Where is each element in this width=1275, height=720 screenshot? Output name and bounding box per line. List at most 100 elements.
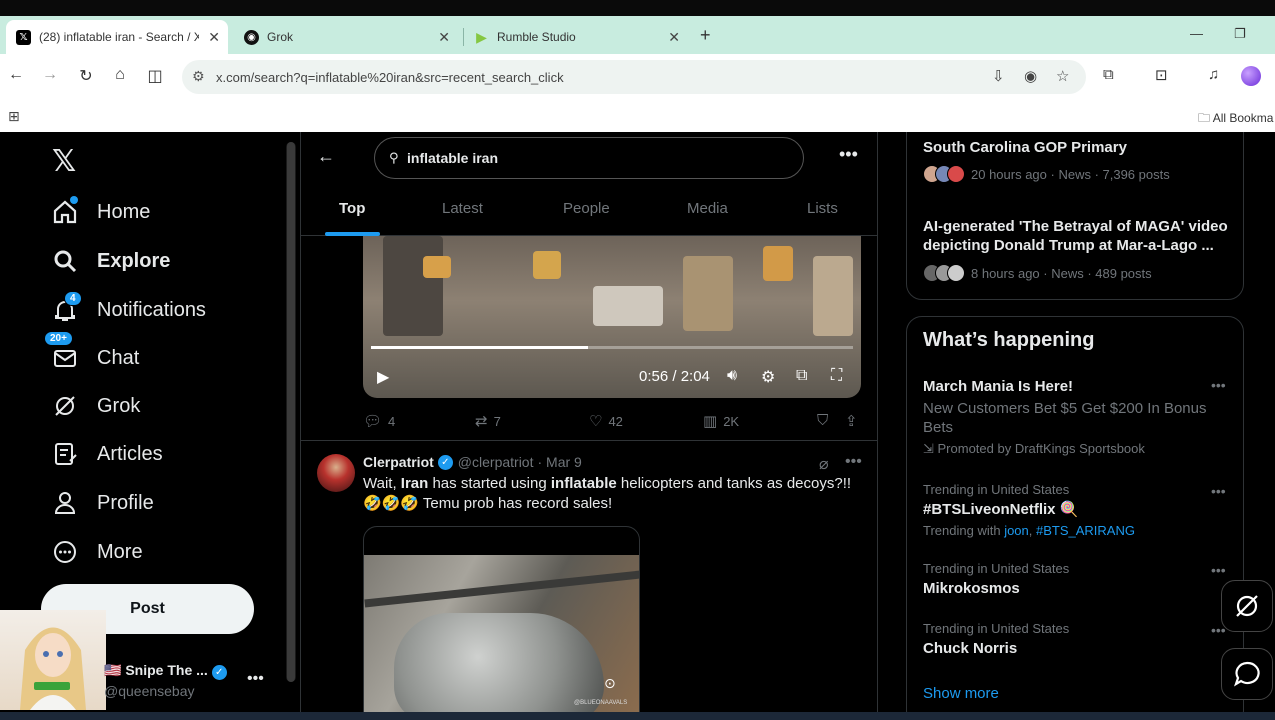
view-count: 2K [723, 413, 740, 429]
x-logo[interactable]: 𝕏 [52, 144, 76, 179]
minimize-icon[interactable]: — [1190, 26, 1203, 41]
trend-name[interactable]: #BTSLiveonNetflix 🍭 [923, 500, 1078, 518]
grok-icon[interactable]: ⌀ [819, 454, 829, 474]
close-tab-icon[interactable]: ✕ [208, 29, 220, 46]
video-progress-bar[interactable] [371, 346, 853, 349]
tweet-author-handle[interactable]: @clerpatriot [458, 454, 534, 470]
tab-media[interactable]: Media [687, 200, 728, 217]
more-icon[interactable]: ••• [1211, 562, 1226, 578]
forward-icon[interactable]: → [40, 66, 60, 84]
sidebar-item-label: Home [97, 200, 151, 223]
tab-latest[interactable]: Latest [442, 200, 483, 217]
tweet-more-icon[interactable]: ••• [845, 453, 862, 471]
all-bookmarks-button[interactable]: 🗀 All Bookma [1198, 109, 1273, 130]
tab-lists[interactable]: Lists [807, 200, 838, 217]
address-bar[interactable]: ⚙ x.com/search?q=inflatable%20iran&src=r… [182, 60, 1086, 94]
profile-avatar[interactable] [1241, 66, 1261, 86]
more-icon[interactable]: ••• [839, 144, 858, 165]
all-bookmarks-label: All Bookma [1212, 111, 1274, 125]
bookmark-icon[interactable]: ⛉ [817, 412, 834, 429]
grok-float-button[interactable] [1221, 580, 1273, 632]
like-button[interactable]: ♡ 42 [589, 412, 623, 430]
trend-name[interactable]: Mikrokosmos [923, 580, 1020, 597]
promo-title[interactable]: March Mania Is Here! [923, 378, 1073, 395]
account-more-icon[interactable]: ••• [247, 670, 264, 688]
play-icon[interactable]: ▶ [377, 367, 389, 387]
url-text[interactable]: x.com/search?q=inflatable%20iran&src=rec… [216, 70, 564, 85]
news-meta-text: 20 hours ago · News · 7,396 posts [971, 166, 1170, 182]
video-frame-figure [593, 286, 663, 326]
video-progress-fill [371, 346, 588, 349]
grok-logo-icon: ◉ [244, 29, 259, 45]
picture-in-picture-icon[interactable]: ⧉ [796, 367, 807, 385]
search-query[interactable]: inflatable iran [407, 150, 498, 166]
back-arrow-icon[interactable]: ← [317, 146, 335, 167]
tweet-date[interactable]: · Mar 9 [537, 454, 581, 470]
video-player[interactable]: ▶ 0:56 / 2:04 🔊︎ ⚙ ⧉ ⛶ [363, 236, 861, 398]
tweet-media-video[interactable]: ⊙ @BLUEONAAVALS [363, 526, 640, 712]
tab-top[interactable]: Top [339, 200, 365, 217]
account-switcher[interactable]: 🇺🇸 Snipe The ... ✓ @queensebay ••• [0, 610, 280, 710]
news-headline[interactable]: South Carolina GOP Primary [923, 138, 1233, 157]
home-icon [52, 199, 78, 225]
repost-button[interactable]: ⇄ 7 [475, 412, 501, 430]
tab-x-search[interactable]: 𝕏 (28) inflatable iran - Search / X ✕ [6, 20, 228, 54]
close-tab-icon[interactable]: ✕ [668, 29, 680, 46]
tweet[interactable]: Clerpatriot ✓ @clerpatriot · Mar 9 ⌀ •••… [301, 442, 877, 712]
extensions-icon[interactable]: ⧉ [1103, 66, 1114, 83]
sidebar-item-grok[interactable]: Grok [52, 386, 140, 426]
repost-icon: ⇄ [475, 413, 488, 430]
tab-people[interactable]: People [563, 200, 610, 217]
sidebar-item-home[interactable]: Home [52, 192, 150, 232]
site-info-icon[interactable]: ⚙ [192, 68, 205, 85]
views-button[interactable]: ▥ 2K [703, 412, 739, 430]
scrollbar-thumb[interactable] [287, 142, 295, 682]
messages-float-button[interactable] [1221, 648, 1273, 700]
sidebar-item-chat[interactable]: 20+ Chat [44, 331, 139, 378]
share-icon[interactable]: ⇪ [845, 412, 864, 430]
sidebar-item-more[interactable]: More [52, 532, 143, 572]
tab-grok[interactable]: ◉ Grok ✕ [234, 20, 458, 54]
avatar[interactable] [317, 454, 355, 492]
trend-name[interactable]: Chuck Norris [923, 640, 1017, 657]
reply-count: 4 [388, 413, 396, 429]
sidebar-item-notifications[interactable]: 4 Notifications [52, 290, 206, 330]
home-icon[interactable]: ⌂ [110, 66, 130, 84]
left-scrollbar[interactable] [286, 142, 296, 682]
fullscreen-icon[interactable]: ⛶ [831, 367, 842, 385]
media-control-icon[interactable]: ♫ [1208, 66, 1219, 83]
eye-icon[interactable]: ◉ [1024, 67, 1037, 85]
mail-icon: 20+ [44, 331, 78, 371]
bookmark-star-icon[interactable]: ☆ [1056, 67, 1069, 85]
tab-rumble[interactable]: ▶ Rumble Studio ✕ [464, 20, 688, 54]
like-count: 42 [608, 413, 623, 429]
volume-icon[interactable]: 🔊︎ [727, 367, 737, 385]
search-input[interactable]: ⚲ inflatable iran [374, 137, 804, 179]
promoted-label: ⇲ Promoted by DraftKings Sportsbook [923, 441, 1145, 457]
media-watermark: @BLUEONAAVALS [574, 700, 628, 706]
trend-link[interactable]: joon [1004, 523, 1029, 538]
back-icon[interactable]: ← [6, 66, 26, 84]
reload-icon[interactable]: ↻ [76, 66, 96, 86]
more-icon[interactable]: ••• [1211, 377, 1226, 393]
video-frame-figure [763, 246, 793, 281]
sidebar-item-explore[interactable]: Explore [52, 241, 170, 281]
close-tab-icon[interactable]: ✕ [438, 29, 450, 46]
settings-gear-icon[interactable]: ⚙ [761, 367, 775, 387]
split-view-icon[interactable]: ◫ [145, 66, 165, 86]
promo-body[interactable]: New Customers Bet $5 Get $200 In Bonus B… [923, 399, 1223, 437]
sidebar-item-articles[interactable]: Articles [52, 434, 163, 474]
reply-button[interactable]: 💬︎ 4 [363, 412, 395, 430]
apps-grid-icon[interactable]: ⊞ [8, 108, 20, 125]
tab-search-icon[interactable]: ⊡ [1155, 66, 1168, 84]
show-more-link[interactable]: Show more [923, 685, 999, 702]
new-tab-icon[interactable]: + [700, 25, 711, 46]
more-icon[interactable]: ••• [1211, 483, 1226, 499]
tweet-author-name[interactable]: Clerpatriot [363, 454, 434, 470]
restore-icon[interactable]: ❐ [1234, 26, 1246, 42]
install-app-icon[interactable]: ⇩ [992, 67, 1005, 85]
search-header: ← ⚲ inflatable iran ••• Top Latest Peopl… [301, 132, 877, 236]
trend-link[interactable]: #BTS_ARIRANG [1036, 523, 1135, 538]
news-headline[interactable]: AI-generated 'The Betrayal of MAGA' vide… [923, 217, 1233, 255]
sidebar-item-profile[interactable]: Profile [52, 483, 154, 523]
